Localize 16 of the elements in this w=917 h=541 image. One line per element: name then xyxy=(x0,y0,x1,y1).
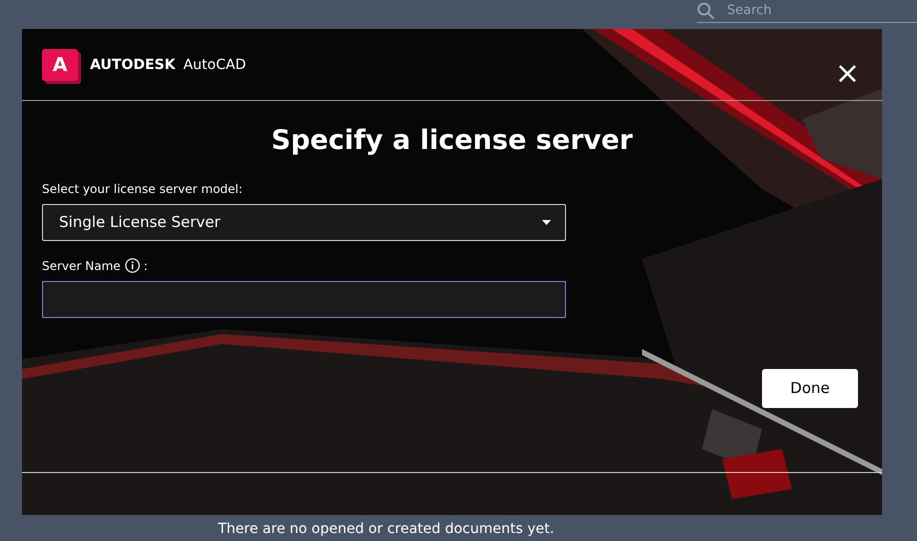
caret-icon xyxy=(542,220,551,224)
field-label: Select your license server model: xyxy=(42,180,244,198)
label-colon: : xyxy=(144,258,148,274)
search-field[interactable]: Search xyxy=(727,1,897,21)
empty-message: There are no opened or created documents yet. xyxy=(218,520,554,539)
info-icon[interactable] xyxy=(124,258,140,273)
server-name-field[interactable] xyxy=(42,280,566,318)
product-name: AutoCAD xyxy=(183,56,246,74)
done-button[interactable]: Done xyxy=(762,368,858,408)
close-button[interactable]: × xyxy=(832,59,862,89)
dialog-title: Specify a license server xyxy=(270,124,634,158)
field-label: Server Name xyxy=(42,258,121,274)
brand-name: AUTODESK xyxy=(90,56,176,74)
model-dropdown[interactable]: Single License Server xyxy=(42,204,566,240)
logo-icon: A xyxy=(42,49,78,81)
search-icon xyxy=(697,2,715,20)
